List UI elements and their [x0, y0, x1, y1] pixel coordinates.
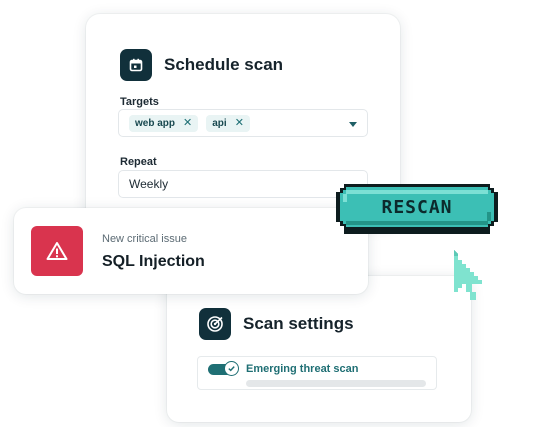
check-circle-icon[interactable] — [224, 361, 239, 376]
close-icon[interactable]: ✕ — [235, 118, 244, 129]
emerging-threat-option: Emerging threat scan — [197, 356, 437, 390]
target-icon — [199, 308, 231, 340]
emerging-threat-label: Emerging threat scan — [246, 363, 359, 375]
target-chip-label: web app — [135, 117, 176, 129]
settings-title: Scan settings — [243, 314, 354, 333]
rescan-label: RESCAN — [381, 196, 453, 218]
alert-title: SQL Injection — [102, 253, 205, 270]
target-chip-web-app: web app ✕ — [129, 114, 199, 132]
scan-progress-bar — [246, 380, 426, 387]
calendar-icon — [120, 49, 152, 81]
settings-header: Scan settings — [199, 308, 354, 340]
scan-settings-card: Scan settings Emerging threat scan — [167, 276, 471, 422]
close-icon[interactable]: ✕ — [183, 118, 192, 129]
targets-select[interactable]: web app ✕ api ✕ — [118, 109, 368, 137]
chevron-down-icon[interactable] — [349, 122, 357, 127]
rescan-button[interactable]: RESCAN — [336, 184, 498, 234]
schedule-header: Schedule scan — [120, 49, 283, 81]
repeat-value: Weekly — [129, 177, 169, 191]
critical-issue-alert[interactable]: New critical issue SQL Injection — [14, 208, 368, 294]
schedule-title: Schedule scan — [164, 55, 284, 74]
warning-triangle-icon — [31, 226, 83, 276]
targets-label: Targets — [120, 96, 159, 108]
target-chip-api: api ✕ — [206, 114, 250, 132]
alert-subtitle: New critical issue — [102, 233, 187, 245]
target-chip-label: api — [212, 117, 227, 129]
repeat-select[interactable]: Weekly — [118, 170, 368, 198]
cursor-arrow-icon — [452, 248, 488, 307]
repeat-label: Repeat — [120, 156, 157, 168]
